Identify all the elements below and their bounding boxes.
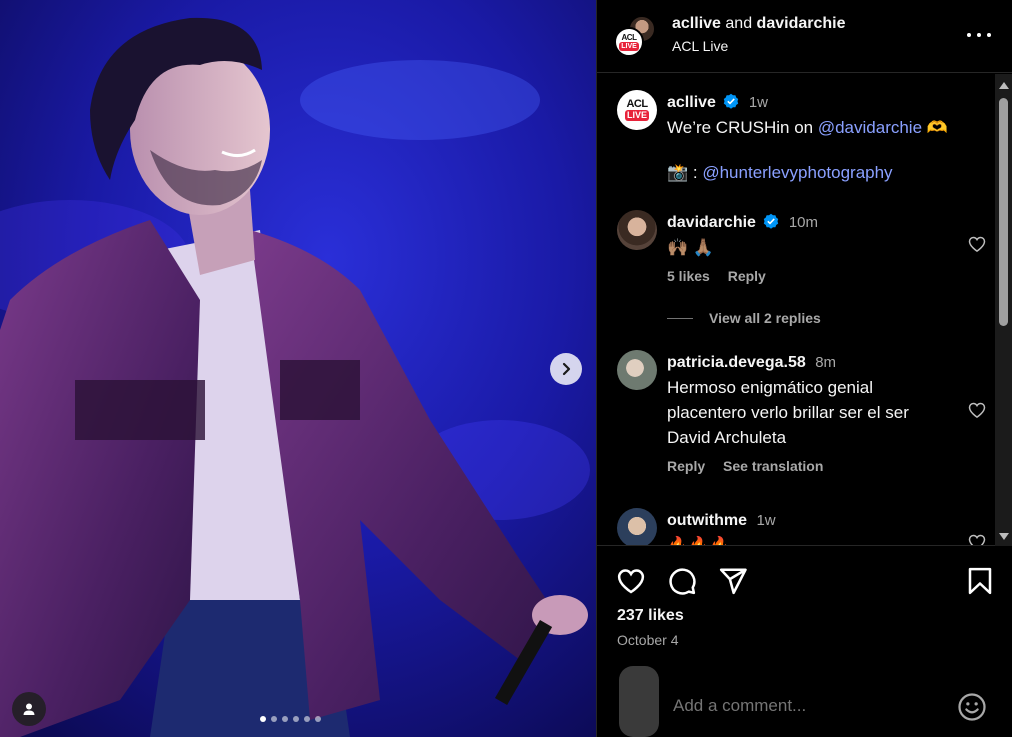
chevron-right-icon xyxy=(562,362,571,376)
acl-logo-badge: LIVE xyxy=(624,110,649,121)
view-replies-label: View all 2 replies xyxy=(709,310,821,326)
avatar[interactable] xyxy=(617,210,657,250)
scroll-down-arrow-icon[interactable] xyxy=(999,533,1009,540)
and-text: and xyxy=(725,15,753,32)
reply-button[interactable]: Reply xyxy=(667,458,705,474)
post-actions: 237 likes October 4 xyxy=(597,546,1012,666)
carousel-dot xyxy=(260,716,266,722)
acl-logo-text: ACL xyxy=(621,32,637,42)
scrollbar-thumb[interactable] xyxy=(999,98,1008,326)
post-details-panel: ACL LIVE acllive and davidarchie ACL Liv… xyxy=(596,0,1012,737)
heart-icon[interactable] xyxy=(616,566,646,596)
acl-logo-text: ACL xyxy=(626,98,648,110)
comment-time: 1w xyxy=(756,512,776,529)
comment-text: 🙌🏽 🙏🏽 xyxy=(667,238,715,257)
location-label[interactable]: ACL Live xyxy=(672,38,728,54)
send-icon[interactable] xyxy=(718,566,748,596)
collab-names: acllive and davidarchie xyxy=(672,15,845,33)
caption-username[interactable]: acllive xyxy=(667,94,716,111)
add-comment-bar xyxy=(597,666,1012,737)
comments-list[interactable]: ACL LIVE acllive 1w We’re CRUSHin on @da… xyxy=(597,74,1012,546)
comment-username[interactable]: davidarchie xyxy=(667,214,756,231)
comment-text: Hermoso enigmático genial placentero ver… xyxy=(667,378,909,447)
user-icon xyxy=(23,703,35,715)
scroll-up-arrow-icon[interactable] xyxy=(999,82,1009,89)
comments-scrollbar[interactable] xyxy=(995,74,1012,546)
comment-username[interactable]: outwithme xyxy=(667,512,747,529)
collab-avatars[interactable]: ACL LIVE xyxy=(614,15,658,57)
post-media[interactable] xyxy=(0,0,596,737)
heart-icon[interactable] xyxy=(967,532,987,546)
reply-button[interactable]: Reply xyxy=(728,268,766,284)
likes-count[interactable]: 237 likes xyxy=(617,607,684,625)
more-options-button[interactable] xyxy=(967,25,991,45)
comment-time: 8m xyxy=(815,354,837,371)
more-horizontal-icon xyxy=(967,33,971,37)
avatar[interactable] xyxy=(617,350,657,390)
verified-badge-icon xyxy=(764,213,779,229)
photo-credit-mention[interactable]: @hunterlevyphotography xyxy=(702,163,892,182)
avatar-acllive[interactable]: ACL LIVE xyxy=(617,90,657,130)
carousel-dot xyxy=(304,716,310,722)
post-header: ACL LIVE acllive and davidarchie ACL Liv… xyxy=(597,0,1012,73)
comment-text: 🔥🔥🔥 xyxy=(667,536,731,546)
bookmark-icon[interactable] xyxy=(965,566,995,596)
acl-logo-badge: LIVE xyxy=(619,41,639,51)
comment-icon[interactable] xyxy=(667,566,697,596)
comment-time: 10m xyxy=(788,214,819,231)
heart-icon[interactable] xyxy=(967,234,987,254)
concert-photo xyxy=(0,0,596,737)
comment-input[interactable] xyxy=(673,696,943,716)
avatar-acllive: ACL LIVE xyxy=(614,27,644,57)
view-replies-button[interactable]: View all 2 replies xyxy=(667,310,821,326)
carousel-dot xyxy=(315,716,321,722)
verified-badge-icon xyxy=(724,93,739,109)
next-slide-button[interactable] xyxy=(550,353,582,385)
caption-time: 1w xyxy=(748,94,769,111)
carousel-dot xyxy=(271,716,277,722)
comment-likes-count[interactable]: 5 likes xyxy=(667,268,710,284)
carousel-dot xyxy=(293,716,299,722)
caption-text: We’re CRUSHin on xyxy=(667,118,818,137)
current-user-avatar xyxy=(619,666,659,737)
carousel-indicator xyxy=(260,716,321,722)
heart-icon[interactable] xyxy=(967,400,987,420)
avatar[interactable] xyxy=(617,508,657,545)
heart-hands-emoji: 🫶 xyxy=(926,118,948,137)
post-date: October 4 xyxy=(617,632,679,648)
smiley-icon[interactable] xyxy=(957,692,987,722)
account-link-davidarchie[interactable]: davidarchie xyxy=(757,15,846,32)
account-link-acllive[interactable]: acllive xyxy=(672,15,721,32)
caption-mention[interactable]: @davidarchie xyxy=(818,118,922,137)
comment-username[interactable]: patricia.devega.58 xyxy=(667,354,806,371)
carousel-dot xyxy=(282,716,288,722)
camera-emoji: 📸 : xyxy=(667,163,703,182)
see-translation-button[interactable]: See translation xyxy=(723,458,823,474)
tagged-users-button[interactable] xyxy=(12,692,46,726)
